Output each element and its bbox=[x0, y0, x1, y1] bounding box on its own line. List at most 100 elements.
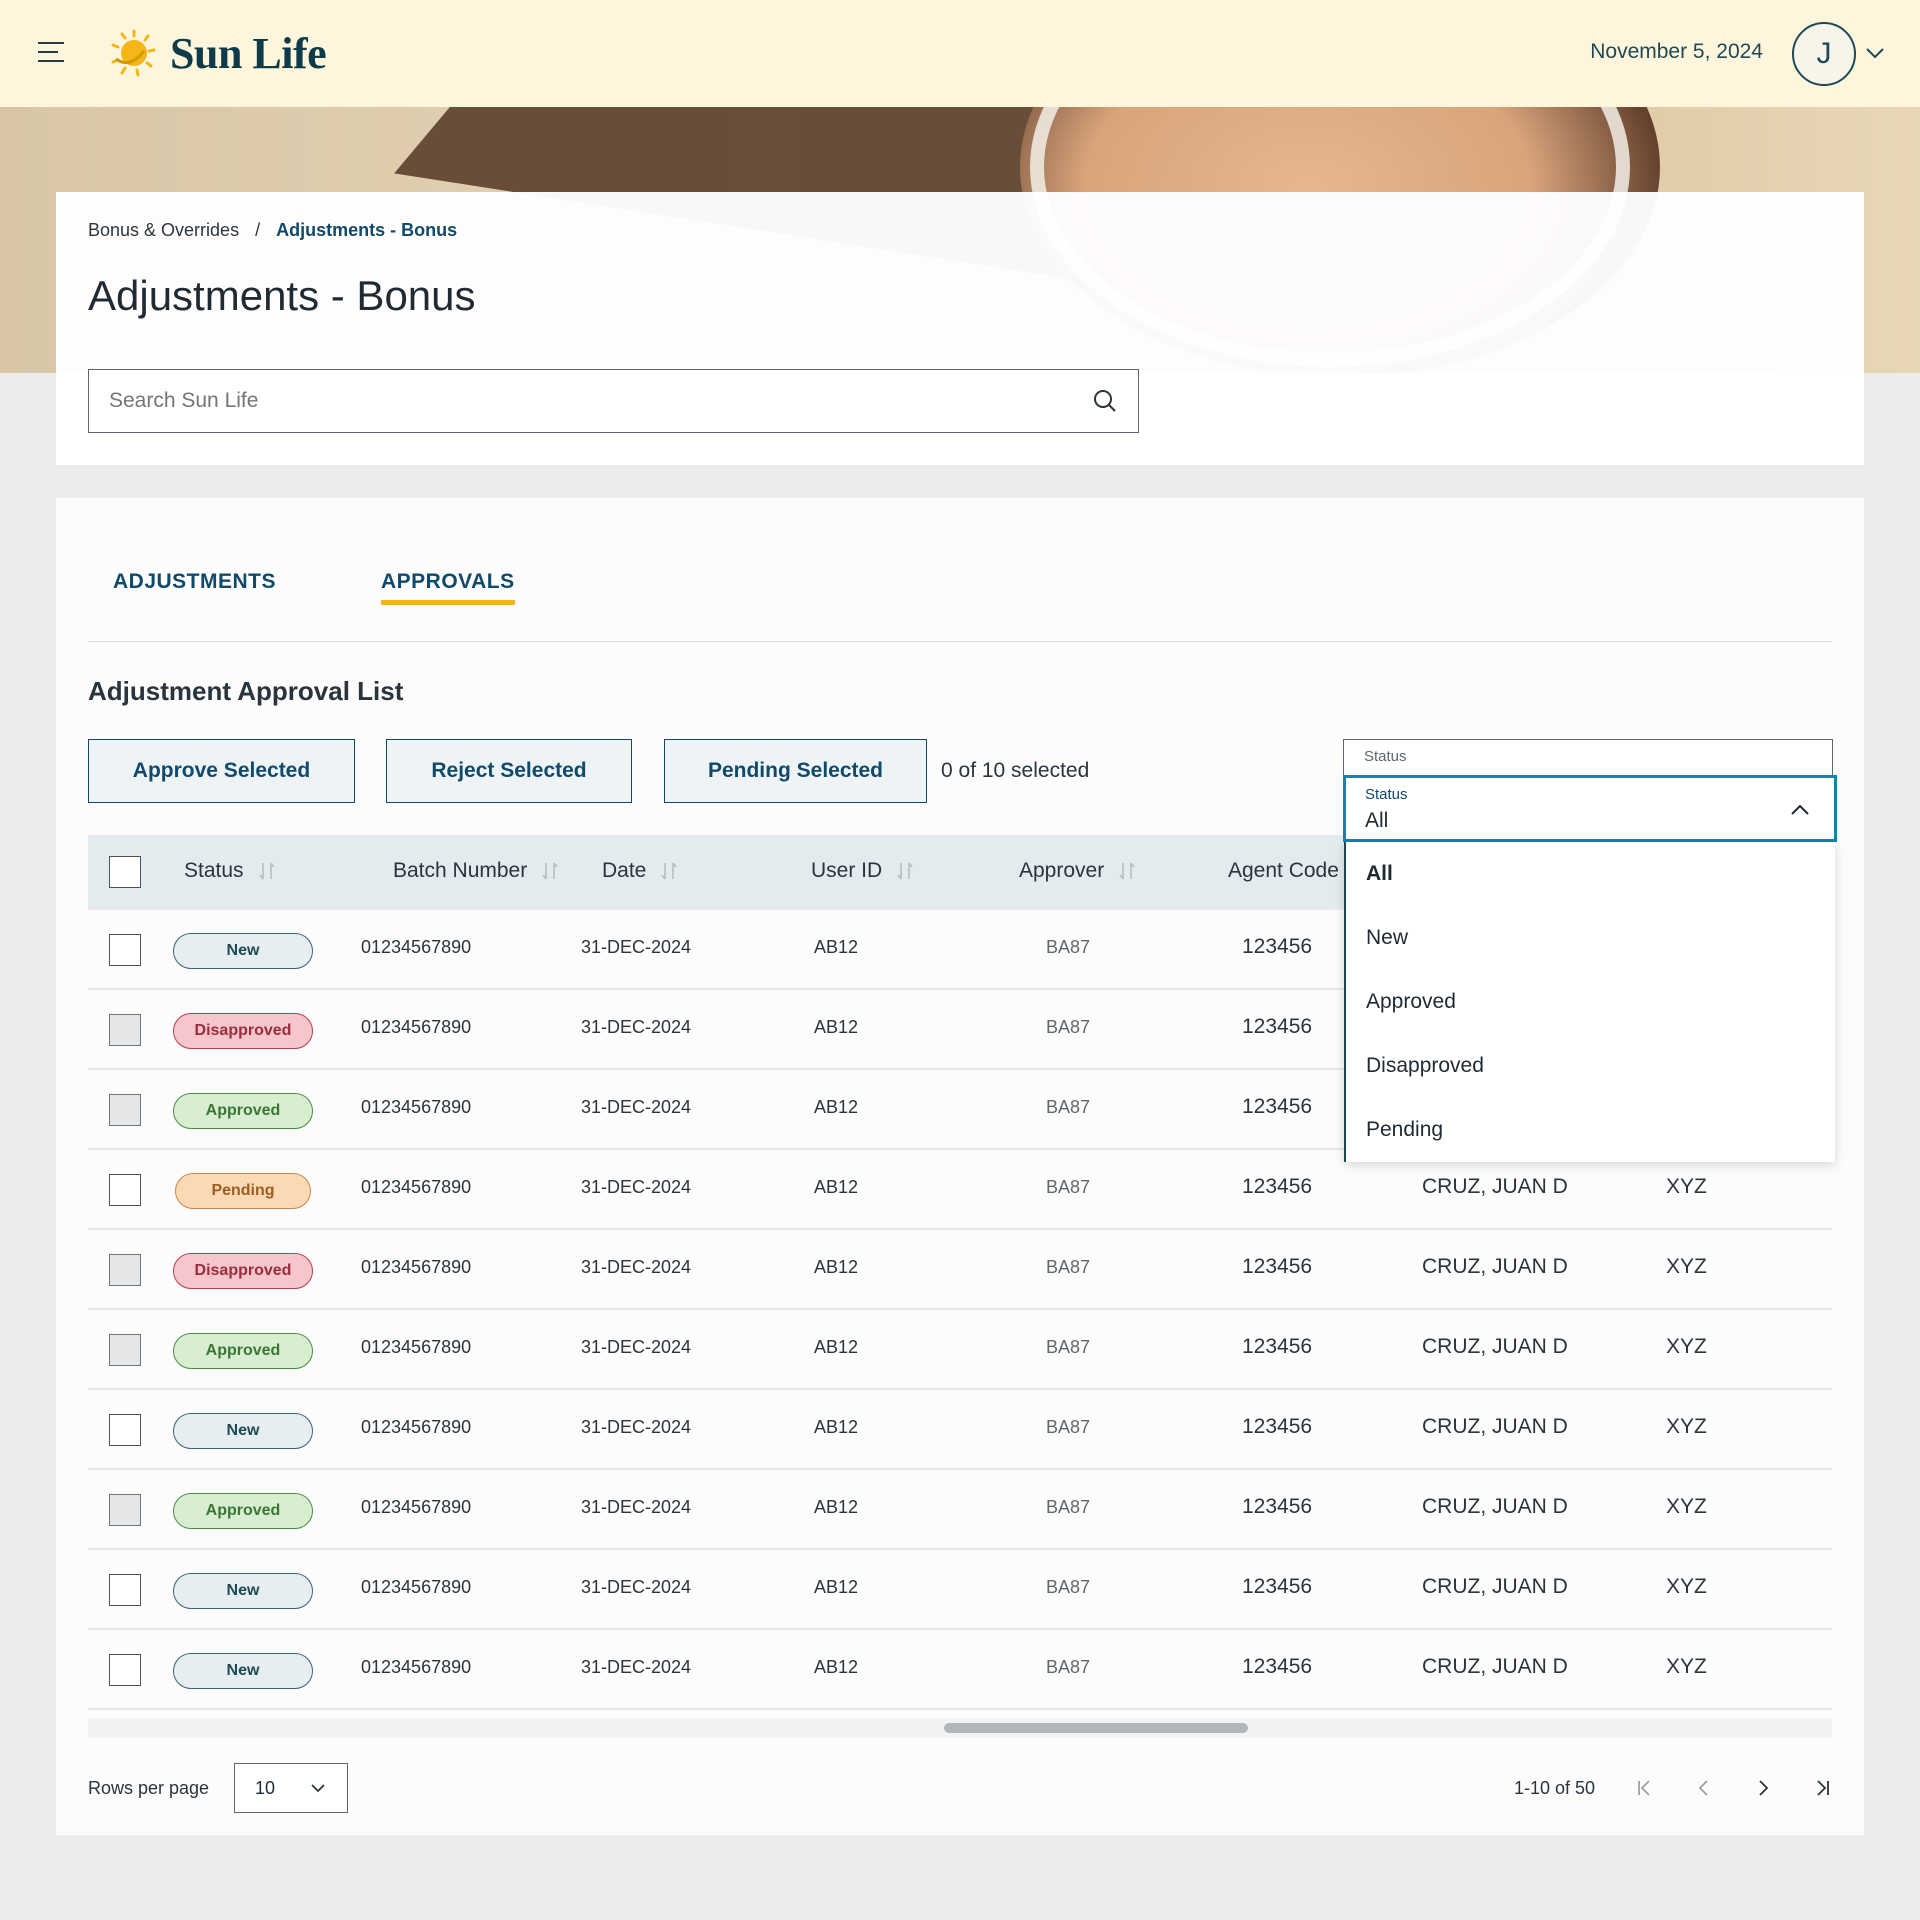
status-badge: Disapproved bbox=[173, 1013, 313, 1049]
agent-code-cell: 123456 bbox=[1242, 1015, 1313, 1038]
tab-approvals[interactable]: APPROVALS bbox=[381, 570, 515, 605]
date-cell: 31-DEC-2024 bbox=[581, 1097, 692, 1117]
first-page-button[interactable] bbox=[1629, 1772, 1661, 1804]
tab-bar: ADJUSTMENTS APPROVALS bbox=[88, 570, 1832, 642]
sort-icon bbox=[661, 862, 677, 880]
batch-number-cell: 01234567890 bbox=[361, 1577, 472, 1597]
date-cell: 31-DEC-2024 bbox=[581, 937, 692, 957]
previous-page-button[interactable] bbox=[1688, 1772, 1720, 1804]
column-user-id[interactable]: User ID bbox=[811, 859, 914, 883]
sun-life-logo[interactable]: Sun Life bbox=[104, 25, 327, 81]
agent-name-cell: CRUZ, JUAN D bbox=[1422, 1415, 1568, 1438]
chevron-up-icon bbox=[1791, 804, 1809, 815]
horizontal-scrollbar[interactable] bbox=[88, 1718, 1832, 1738]
user-id-cell: AB12 bbox=[814, 1177, 859, 1197]
search-input[interactable] bbox=[109, 389, 1092, 413]
date-cell: 31-DEC-2024 bbox=[581, 1577, 692, 1597]
agent-code-cell: 123456 bbox=[1242, 1575, 1313, 1598]
page-range: 1-10 of 50 bbox=[1514, 1778, 1596, 1798]
approver-cell: BA87 bbox=[1046, 1577, 1091, 1597]
chevron-down-icon[interactable] bbox=[1864, 42, 1886, 64]
status-filter-select-open[interactable]: Status All bbox=[1343, 775, 1837, 842]
table-row[interactable]: Pending 01234567890 31-DEC-2024 AB12 BA87 123… bbox=[88, 1150, 1832, 1230]
user-id-cell: AB12 bbox=[814, 1257, 859, 1277]
approver-cell: BA87 bbox=[1046, 1097, 1091, 1117]
row-checkbox[interactable] bbox=[109, 934, 141, 966]
select-all-checkbox[interactable] bbox=[109, 856, 141, 888]
status-badge: Approved bbox=[173, 1493, 313, 1529]
status-badge: Disapproved bbox=[173, 1253, 313, 1289]
status-badge: New bbox=[173, 1653, 313, 1689]
breadcrumb-current[interactable]: Adjustments - Bonus bbox=[276, 220, 457, 241]
table-row[interactable]: Disapproved 01234567890 31-DEC-2024 AB12 BA8… bbox=[88, 1230, 1832, 1310]
status-badge: Approved bbox=[173, 1333, 313, 1369]
row-checkbox[interactable] bbox=[109, 1334, 141, 1366]
column-label: Agent Code bbox=[1228, 859, 1339, 882]
agent-name-cell: CRUZ, JUAN D bbox=[1422, 1255, 1568, 1278]
approver-cell: BA87 bbox=[1046, 1657, 1091, 1677]
row-checkbox[interactable] bbox=[109, 1254, 141, 1286]
status-badge: New bbox=[173, 1573, 313, 1609]
status-badge: Approved bbox=[173, 1093, 313, 1129]
pending-selected-button[interactable]: Pending Selected bbox=[664, 739, 927, 803]
row-checkbox[interactable] bbox=[109, 1414, 141, 1446]
table-row[interactable]: New 01234567890 31-DEC-2024 AB12 BA87 123456 C… bbox=[88, 1630, 1832, 1710]
user-id-cell: AB12 bbox=[814, 1657, 859, 1677]
agent-name-cell: CRUZ, JUAN D bbox=[1422, 1575, 1568, 1598]
row-checkbox[interactable] bbox=[109, 1094, 141, 1126]
reject-selected-button[interactable]: Reject Selected bbox=[386, 739, 632, 803]
status-option-new[interactable]: New bbox=[1366, 926, 1408, 950]
column-label: Approver bbox=[1019, 859, 1105, 882]
column-batch-number[interactable]: Batch Number bbox=[393, 859, 559, 883]
batch-number-cell: 01234567890 bbox=[361, 1337, 472, 1357]
date-cell: 31-DEC-2024 bbox=[581, 1257, 692, 1277]
status-option-approved[interactable]: Approved bbox=[1366, 990, 1456, 1014]
agent-code-cell: 123456 bbox=[1242, 1175, 1313, 1198]
code-cell: XYZ bbox=[1666, 1335, 1707, 1358]
menu-icon[interactable] bbox=[38, 38, 68, 68]
row-checkbox[interactable] bbox=[109, 1174, 141, 1206]
code-cell: XYZ bbox=[1666, 1255, 1707, 1278]
column-date[interactable]: Date bbox=[602, 859, 678, 883]
table-row[interactable]: New 01234567890 31-DEC-2024 AB12 BA87 123456 C… bbox=[88, 1550, 1832, 1630]
approver-cell: BA87 bbox=[1046, 1017, 1091, 1037]
search-icon[interactable] bbox=[1092, 388, 1118, 414]
avatar[interactable]: J bbox=[1792, 22, 1856, 86]
table-row[interactable]: Approved 01234567890 31-DEC-2024 AB12 BA87 12… bbox=[88, 1470, 1832, 1550]
status-option-disapproved[interactable]: Disapproved bbox=[1366, 1054, 1484, 1078]
row-checkbox[interactable] bbox=[109, 1014, 141, 1046]
column-status[interactable]: Status bbox=[184, 859, 276, 883]
breadcrumb-parent[interactable]: Bonus & Overrides bbox=[88, 220, 239, 241]
next-page-button[interactable] bbox=[1747, 1772, 1779, 1804]
status-option-pending[interactable]: Pending bbox=[1366, 1118, 1443, 1142]
batch-number-cell: 01234567890 bbox=[361, 937, 472, 957]
status-filter-value: All bbox=[1365, 809, 1389, 832]
row-checkbox[interactable] bbox=[109, 1654, 141, 1686]
last-page-icon bbox=[1817, 1780, 1829, 1796]
batch-number-cell: 01234567890 bbox=[361, 1177, 472, 1197]
table-row[interactable]: Approved 01234567890 31-DEC-2024 AB12 BA87 12… bbox=[88, 1310, 1832, 1390]
batch-number-cell: 01234567890 bbox=[361, 1657, 472, 1677]
selected-count: 0 of 10 selected bbox=[941, 759, 1090, 782]
agent-code-cell: 123456 bbox=[1242, 1655, 1313, 1678]
approve-selected-button[interactable]: Approve Selected bbox=[88, 739, 355, 803]
table-row[interactable]: New 01234567890 31-DEC-2024 AB12 BA87 123456 C… bbox=[88, 1390, 1832, 1470]
tab-adjustments[interactable]: ADJUSTMENTS bbox=[113, 570, 276, 600]
row-checkbox[interactable] bbox=[109, 1494, 141, 1526]
last-page-button[interactable] bbox=[1806, 1772, 1838, 1804]
scrollbar-thumb[interactable] bbox=[944, 1723, 1248, 1733]
code-cell: XYZ bbox=[1666, 1175, 1707, 1198]
agent-code-cell: 123456 bbox=[1242, 1335, 1313, 1358]
search-box bbox=[88, 369, 1139, 433]
column-approver[interactable]: Approver bbox=[1019, 859, 1136, 883]
batch-number-cell: 01234567890 bbox=[361, 1497, 472, 1517]
user-id-cell: AB12 bbox=[814, 1017, 859, 1037]
status-option-all[interactable]: All bbox=[1366, 862, 1393, 886]
row-checkbox[interactable] bbox=[109, 1574, 141, 1606]
rows-per-page-select[interactable]: 10 bbox=[234, 1763, 348, 1813]
chevron-left-icon bbox=[1698, 1780, 1708, 1796]
current-date: November 5, 2024 bbox=[1590, 40, 1763, 63]
user-id-cell: AB12 bbox=[814, 1097, 859, 1117]
title-card: Bonus & Overrides / Adjustments - Bonus … bbox=[56, 192, 1864, 465]
column-agent-code[interactable]: Agent Code bbox=[1228, 859, 1339, 883]
